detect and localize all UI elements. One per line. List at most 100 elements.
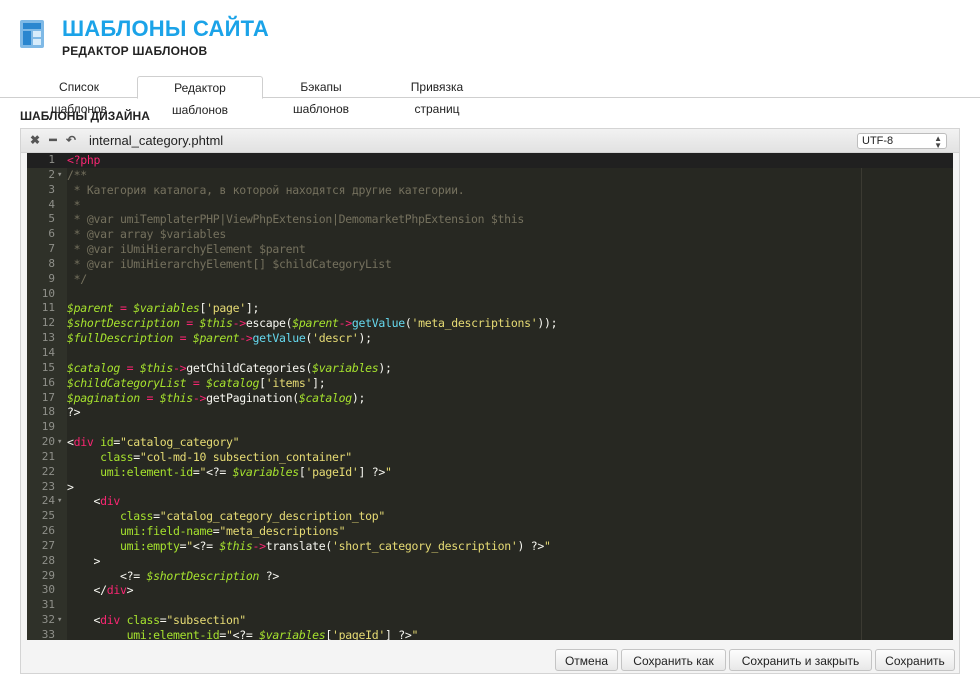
code-text: umi:element-id="<?= $variables['pageId']…	[126, 628, 419, 640]
line-number: 31	[41, 598, 55, 612]
code-line[interactable]: 11 $parent = $variables['page'];	[27, 301, 953, 316]
code-line[interactable]: 5 * @var umiTemplaterPHP|ViewPhpExtensio…	[27, 212, 953, 227]
fold-arrow-icon[interactable]: ▾	[57, 168, 62, 183]
code-line[interactable]: 18 ?>	[27, 405, 953, 420]
code-line[interactable]: 26 umi:field-name="meta_descriptions"	[27, 524, 953, 539]
code-line[interactable]: 4 *	[27, 198, 953, 213]
code-line[interactable]: 21 class="col-md-10 subsection_container…	[27, 450, 953, 465]
code-line[interactable]: 1 <?php	[27, 153, 953, 168]
tab-template-list[interactable]: Список шаблонов	[22, 76, 136, 116]
line-number: 2	[48, 167, 55, 181]
encoding-value: UTF-8	[862, 135, 894, 147]
code-text: */	[67, 271, 88, 286]
line-number: 10	[41, 286, 55, 300]
line-number: 28	[41, 553, 55, 567]
line-number: 30	[41, 583, 55, 597]
code-line[interactable]: 22 umi:element-id="<?= $variables['pageI…	[27, 465, 953, 480]
code-text: <div class="subsection"	[67, 613, 246, 628]
fold-arrow-icon[interactable]: ▾	[57, 494, 62, 509]
code-line[interactable]: 24 ▾ <div	[27, 494, 953, 509]
code-text: * Категория каталога, в которой находятс…	[67, 182, 465, 197]
code-text: </div>	[67, 583, 134, 598]
line-number: 9	[48, 271, 55, 285]
code-text: class="col-md-10 subsection_container"	[100, 449, 352, 464]
code-line[interactable]: 3 * Категория каталога, в которой находя…	[27, 183, 953, 198]
tab-template-backups[interactable]: Бэкапы шаблонов	[264, 76, 378, 116]
line-number: 13	[41, 331, 55, 345]
tab-page-binding[interactable]: Привязка страниц	[380, 76, 494, 116]
line-number: 21	[41, 449, 55, 463]
code-text: $fullDescription = $parent->getValue('de…	[67, 331, 372, 346]
line-number: 29	[41, 568, 55, 582]
code-line[interactable]: 33 umi:element-id="<?= $variables['pageI…	[27, 628, 953, 640]
line-number: 8	[48, 256, 55, 270]
code-line[interactable]: 29 <?= $shortDescription ?>	[27, 569, 953, 584]
code-line[interactable]: 2 ▾ /**	[27, 168, 953, 183]
code-line[interactable]: 32 ▾ <div class="subsection"	[27, 613, 953, 628]
code-line[interactable]: 12 $shortDescription = $this->escape($par…	[27, 316, 953, 331]
code-line[interactable]: 31	[27, 598, 953, 613]
line-number: 12	[41, 316, 55, 330]
section-title: ШАБЛОНЫ ДИЗАЙНА	[20, 109, 150, 123]
code-line[interactable]: 23 >	[27, 480, 953, 495]
fold-arrow-icon[interactable]: ▾	[57, 613, 62, 628]
code-line[interactable]: 30 </div>	[27, 583, 953, 598]
minimize-icon[interactable]: ━	[45, 131, 61, 149]
page-header: ШАБЛОНЫ САЙТА РЕДАКТОР ШАБЛОНОВ	[0, 0, 980, 72]
code-line[interactable]: 25 class="catalog_category_description_t…	[27, 509, 953, 524]
editor-toolbar: ✖ ━ ↶ internal_category.phtml UTF-8 ▲ ▼	[21, 129, 959, 153]
code-line[interactable]: 16 $childCategoryList = $catalog['items']…	[27, 376, 953, 391]
code-text: umi:field-name="meta_descriptions"	[120, 524, 346, 539]
code-text: class="catalog_category_description_top"	[120, 509, 385, 524]
encoding-select[interactable]: UTF-8 ▲ ▼	[857, 133, 947, 150]
page-subtitle: РЕДАКТОР ШАБЛОНОВ	[62, 44, 208, 58]
code-line[interactable]: 7 * @var iUmiHierarchyElement $parent	[27, 242, 953, 257]
code-line[interactable]: 17 $pagination = $this->getPagination($ca…	[27, 391, 953, 406]
code-line[interactable]: 14	[27, 346, 953, 361]
code-text: * @var iUmiHierarchyElement[] $childCate…	[67, 256, 392, 271]
line-number: 6	[48, 227, 55, 241]
line-number: 19	[41, 420, 55, 434]
code-text: * @var umiTemplaterPHP|ViewPhpExtension|…	[67, 212, 525, 227]
fold-arrow-icon[interactable]: ▾	[57, 435, 62, 450]
code-text: $pagination = $this->getPagination($cata…	[67, 390, 366, 405]
save-and-close-button[interactable]: Сохранить и закрыть	[729, 649, 872, 671]
line-number: 24	[41, 494, 55, 508]
code-text: * @var array $variables	[67, 227, 227, 242]
line-number: 32	[41, 613, 55, 627]
page-title: ШАБЛОНЫ САЙТА	[62, 16, 269, 41]
code-line[interactable]: 20 ▾ <div id="catalog_category"	[27, 435, 953, 450]
line-number: 20	[41, 435, 55, 449]
templates-logo-icon	[18, 18, 48, 52]
code-lines[interactable]: 1 <?php 2 ▾/** 3 * Категория каталога, в кот…	[27, 153, 953, 640]
code-text: <?= $shortDescription ?>	[67, 568, 279, 583]
line-number: 15	[41, 360, 55, 374]
tab-template-editor[interactable]: Редактор шаблонов	[137, 76, 263, 117]
code-line[interactable]: 19	[27, 420, 953, 435]
code-line[interactable]: 13 $fullDescription = $parent->getValue('…	[27, 331, 953, 346]
select-arrows-icon: ▲ ▼	[934, 134, 942, 150]
code-text: <?php	[67, 153, 101, 167]
undo-icon[interactable]: ↶	[63, 131, 79, 149]
code-text: $parent = $variables['page'];	[67, 301, 260, 316]
line-number: 14	[41, 345, 55, 359]
code-text: * @var iUmiHierarchyElement $parent	[67, 242, 306, 257]
code-line[interactable]: 8 * @var iUmiHierarchyElement[] $childCa…	[27, 257, 953, 272]
code-text: umi:element-id="<?= $variables['pageId']…	[100, 464, 392, 479]
code-line[interactable]: 27 umi:empty="<?= $this->translate('shor…	[27, 539, 953, 554]
code-text: <div id="catalog_category"	[67, 435, 240, 450]
line-number: 3	[48, 182, 55, 196]
code-line[interactable]: 15 $catalog = $this->getChildCategories($…	[27, 361, 953, 376]
code-line[interactable]: 6 * @var array $variables	[27, 227, 953, 242]
line-number: 11	[41, 301, 55, 315]
save-as-button[interactable]: Сохранить как	[621, 649, 726, 671]
code-line[interactable]: 28 >	[27, 554, 953, 569]
close-icon[interactable]: ✖	[27, 131, 43, 149]
code-line[interactable]: 10	[27, 287, 953, 302]
file-name: internal_category.phtml	[89, 133, 224, 148]
code-line[interactable]: 9 */	[27, 272, 953, 287]
cancel-button[interactable]: Отмена	[555, 649, 618, 671]
save-button[interactable]: Сохранить	[875, 649, 955, 671]
line-number: 1	[48, 153, 55, 166]
code-editor[interactable]: 1 <?php 2 ▾/** 3 * Категория каталога, в кот…	[27, 153, 953, 640]
